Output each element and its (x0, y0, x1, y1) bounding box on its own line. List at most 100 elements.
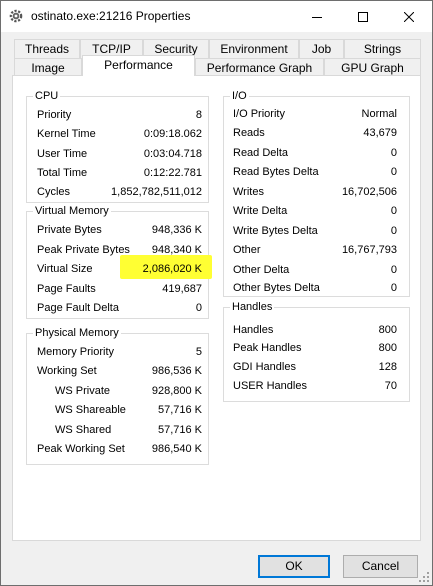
io-row-other-delta: Other Delta 0 (224, 262, 409, 278)
pm-ws-private-value: 928,800 K (151, 385, 202, 397)
vm-row-virtual-size: Virtual Size 2,086,020 K (27, 261, 208, 277)
pm-row-ws-shareable: WS Shareable 57,716 K (27, 402, 208, 418)
pm-memory-priority-value: 5 (195, 346, 202, 358)
io-row-write-bytes-delta: Write Bytes Delta 0 (224, 223, 409, 239)
io-other-delta-label: Other Delta (233, 264, 290, 276)
vm-page-fault-delta-label: Page Fault Delta (37, 302, 119, 314)
io-priority-label: I/O Priority (233, 108, 285, 120)
vm-peak-private-bytes-label: Peak Private Bytes (37, 244, 130, 256)
performance-panel: CPU Priority 8 Kernel Time 0:09:18.062 U… (12, 75, 421, 541)
handles-group: Handles Handles 800 Peak Handles 800 GDI… (223, 300, 410, 402)
io-row-io-priority: I/O Priority Normal (224, 106, 409, 122)
io-other-value: 16,767,793 (341, 244, 397, 256)
maximize-icon (358, 11, 368, 22)
peak-handles-label: Peak Handles (233, 342, 302, 354)
vm-row-page-faults: Page Faults 419,687 (27, 281, 208, 297)
cpu-priority-value: 8 (195, 109, 202, 121)
pm-row-ws-private: WS Private 928,800 K (27, 383, 208, 399)
minimize-button[interactable] (294, 1, 340, 32)
pm-ws-shareable-label: WS Shareable (55, 404, 126, 416)
io-row-write-delta: Write Delta 0 (224, 203, 409, 219)
io-reads-value: 43,679 (363, 127, 397, 139)
tab-label: GPU Graph (341, 61, 404, 75)
pm-peak-working-set-value: 986,540 K (151, 443, 202, 455)
cpu-row-priority: Priority 8 (27, 107, 208, 123)
io-other-bytes-delta-value: 0 (390, 282, 397, 294)
cpu-cycles-value: 1,852,782,511,012 (111, 186, 202, 198)
resize-grip-icon[interactable] (419, 572, 429, 582)
pm-row-ws-shared: WS Shared 57,716 K (27, 422, 208, 438)
pm-ws-shareable-value: 57,716 K (157, 404, 202, 416)
handles-label: Handles (233, 324, 274, 336)
handles-row-user-handles: USER Handles 70 (224, 378, 409, 394)
tab-label: Performance Graph (206, 61, 313, 75)
tab-performance[interactable]: Performance (82, 55, 195, 76)
pm-memory-priority-label: Memory Priority (37, 346, 115, 358)
io-other-bytes-delta-label: Other Bytes Delta (233, 282, 320, 294)
tab-environment[interactable]: Environment (209, 39, 299, 58)
pm-ws-shared-value: 57,716 K (157, 424, 202, 436)
title-bar[interactable]: ostinato.exe:21216 Properties (1, 1, 432, 32)
user-handles-label: USER Handles (233, 380, 307, 392)
io-row-read-delta: Read Delta 0 (224, 145, 409, 161)
window-title: ostinato.exe:21216 Properties (31, 9, 191, 23)
pm-row-peak-working-set: Peak Working Set 986,540 K (27, 441, 208, 457)
vm-virtual-size-label: Virtual Size (37, 263, 93, 275)
cpu-user-time-value: 0:03:04.718 (143, 148, 202, 160)
physical-memory-group: Physical Memory Memory Priority 5 Workin… (26, 326, 209, 465)
tab-job[interactable]: Job (299, 39, 344, 58)
io-writes-value: 16,702,506 (341, 186, 397, 198)
io-read-bytes-delta-label: Read Bytes Delta (233, 166, 319, 178)
cpu-row-kernel-time: Kernel Time 0:09:18.062 (27, 126, 208, 142)
gdi-handles-label: GDI Handles (233, 361, 296, 373)
vm-page-faults-label: Page Faults (37, 283, 96, 295)
tab-strings[interactable]: Strings (344, 39, 421, 58)
cpu-row-total-time: Total Time 0:12:22.781 (27, 165, 208, 181)
io-group-title: I/O (230, 89, 249, 103)
pm-peak-working-set-label: Peak Working Set (37, 443, 125, 455)
cpu-total-time-label: Total Time (37, 167, 88, 179)
io-priority-value: Normal (361, 108, 397, 120)
tab-label: Security (154, 42, 198, 56)
minimize-icon (312, 16, 322, 18)
cpu-cycles-label: Cycles (37, 186, 71, 198)
cpu-kernel-time-value: 0:09:18.062 (143, 128, 202, 140)
cpu-group-title: CPU (33, 89, 61, 103)
io-read-delta-value: 0 (390, 147, 397, 159)
gdi-handles-value: 128 (378, 361, 397, 373)
io-write-bytes-delta-value: 0 (390, 225, 397, 237)
io-write-delta-label: Write Delta (233, 205, 288, 217)
cancel-button[interactable]: Cancel (343, 555, 418, 578)
io-row-other-bytes-delta: Other Bytes Delta 0 (224, 280, 409, 296)
vm-row-page-fault-delta: Page Fault Delta 0 (27, 300, 208, 316)
tab-label: TCP/IP (92, 42, 131, 56)
physical-memory-group-title: Physical Memory (33, 326, 121, 340)
gear-icon (9, 9, 23, 23)
ok-button[interactable]: OK (258, 555, 330, 578)
tab-label: Performance (104, 58, 173, 72)
cpu-total-time-value: 0:12:22.781 (143, 167, 202, 179)
pm-ws-private-label: WS Private (55, 385, 111, 397)
tab-label: Job (311, 42, 332, 56)
io-group: I/O I/O Priority Normal Reads 43,679 Rea… (223, 89, 410, 297)
tab-label: Threads (24, 42, 70, 56)
handles-value: 800 (378, 324, 397, 336)
io-write-delta-value: 0 (390, 205, 397, 217)
io-other-label: Other (233, 244, 261, 256)
peak-handles-value: 800 (378, 342, 397, 354)
vm-virtual-size-value: 2,086,020 K (142, 263, 202, 275)
vm-row-private-bytes: Private Bytes 948,336 K (27, 222, 208, 238)
close-icon (404, 11, 414, 22)
tab-threads[interactable]: Threads (14, 39, 80, 58)
maximize-button[interactable] (340, 1, 386, 32)
pm-row-working-set: Working Set 986,536 K (27, 363, 208, 379)
handles-row-handles: Handles 800 (224, 322, 409, 338)
pm-working-set-label: Working Set (37, 365, 97, 377)
close-button[interactable] (386, 1, 432, 32)
vm-page-fault-delta-value: 0 (195, 302, 202, 314)
properties-window: ostinato.exe:21216 Properties Threads TC… (0, 0, 433, 586)
cpu-row-user-time: User Time 0:03:04.718 (27, 146, 208, 162)
virtual-memory-group-title: Virtual Memory (33, 204, 111, 218)
vm-private-bytes-value: 948,336 K (151, 224, 202, 236)
handles-row-gdi-handles: GDI Handles 128 (224, 359, 409, 375)
